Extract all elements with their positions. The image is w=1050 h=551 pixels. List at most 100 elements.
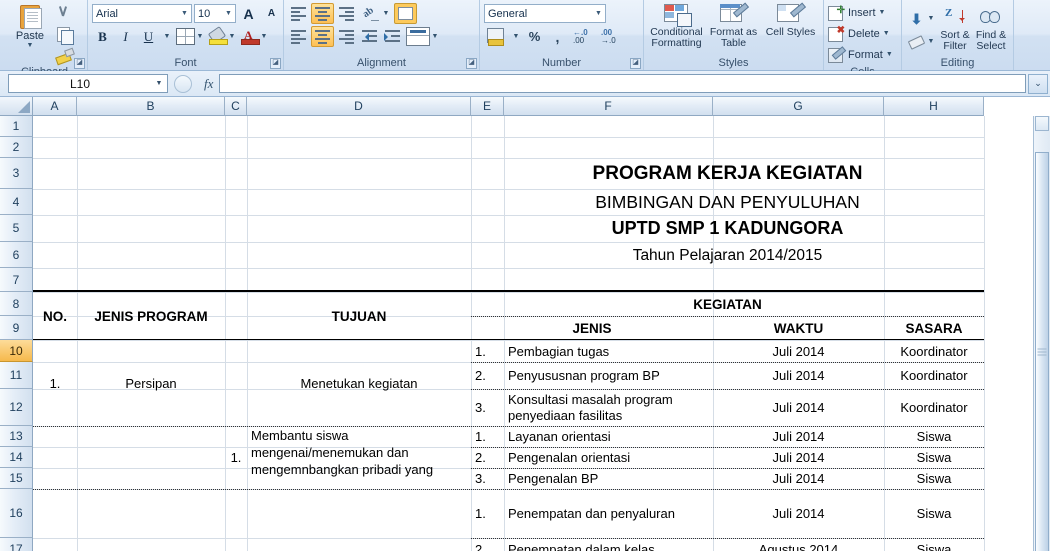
header-no: NO. bbox=[42, 308, 67, 324]
align-right-button[interactable] bbox=[336, 27, 357, 46]
chevron-down-icon[interactable]: ▼ bbox=[178, 10, 191, 17]
chevron-down-icon[interactable]: ▼ bbox=[886, 51, 893, 58]
row-header-5[interactable]: 5 bbox=[0, 215, 33, 242]
row-header-1[interactable]: 1 bbox=[0, 116, 33, 137]
alignment-dialog-launcher[interactable]: ◪ bbox=[466, 58, 477, 69]
activity-no: 2. bbox=[475, 450, 486, 465]
grow-font-button[interactable]: A bbox=[238, 3, 259, 24]
align-top-button[interactable] bbox=[288, 4, 309, 23]
row-header-13[interactable]: 13 bbox=[0, 426, 33, 447]
column-header-A[interactable]: A bbox=[33, 97, 77, 116]
copy-icon[interactable] bbox=[54, 25, 74, 45]
clear-button[interactable]: ▼ bbox=[906, 30, 937, 53]
align-bottom-button[interactable] bbox=[336, 4, 357, 23]
row-header-7[interactable]: 7 bbox=[0, 268, 33, 292]
table-inner-border bbox=[33, 489, 984, 490]
cell-styles-button[interactable]: Cell Styles bbox=[762, 2, 819, 38]
align-center-button[interactable] bbox=[311, 26, 334, 47]
chevron-down-icon[interactable]: ▼ bbox=[151, 80, 167, 87]
decrease-indent-button[interactable] bbox=[359, 27, 380, 46]
ribbon-group-styles: Conditional Formatting Format as Table C… bbox=[644, 0, 824, 70]
font-size-combo[interactable]: 10 ▼ bbox=[194, 4, 236, 23]
row-header-11[interactable]: 11 bbox=[0, 362, 33, 389]
decrease-decimal-button[interactable]: .00 →.0 bbox=[598, 27, 624, 46]
chevron-down-icon[interactable]: ▼ bbox=[222, 10, 235, 17]
column-header-H[interactable]: H bbox=[884, 97, 984, 116]
column-header-D[interactable]: D bbox=[247, 97, 471, 116]
fill-color-button[interactable]: ▼ bbox=[207, 25, 238, 48]
select-all-corner[interactable] bbox=[0, 97, 33, 116]
cut-icon[interactable] bbox=[54, 4, 74, 23]
number-format-combo[interactable]: General ▼ bbox=[484, 4, 606, 23]
row-header-10[interactable]: 10 bbox=[0, 340, 33, 362]
delete-button[interactable]: ✖ Delete ▼ bbox=[828, 23, 890, 44]
row-header-12[interactable]: 12 bbox=[0, 389, 33, 426]
italic-button[interactable]: I bbox=[115, 26, 136, 47]
chevron-down-icon[interactable]: ▼ bbox=[879, 9, 886, 16]
scrollbar-thumb[interactable] bbox=[1035, 152, 1049, 551]
accounting-format-button[interactable]: ▼ bbox=[484, 25, 522, 48]
cancel-formula-button[interactable] bbox=[174, 74, 192, 93]
underline-dropdown[interactable]: ▼ bbox=[161, 25, 173, 48]
borders-button[interactable]: ▼ bbox=[175, 25, 206, 48]
shrink-font-button[interactable]: A bbox=[261, 3, 282, 24]
row-header-9[interactable]: 9 bbox=[0, 316, 33, 340]
number-dialog-launcher[interactable]: ◪ bbox=[630, 58, 641, 69]
chevron-down-icon[interactable]: ▼ bbox=[883, 30, 890, 37]
row-header-2[interactable]: 2 bbox=[0, 137, 33, 158]
cell-area[interactable]: PROGRAM KERJA KEGIATAN BIMBINGAN DAN PENY… bbox=[33, 116, 1050, 551]
merge-center-button[interactable]: ▼ bbox=[405, 25, 441, 48]
column-header-C[interactable]: C bbox=[225, 97, 247, 116]
wrap-text-button[interactable] bbox=[394, 3, 417, 24]
row-header-8[interactable]: 8 bbox=[0, 292, 33, 316]
paste-button[interactable]: Paste ▼ bbox=[6, 2, 54, 65]
percent-style-button[interactable]: % bbox=[524, 26, 545, 47]
align-middle-button[interactable] bbox=[311, 3, 334, 24]
row-header-17[interactable]: 17 bbox=[0, 538, 33, 551]
expand-formula-bar-button[interactable]: ⌄ bbox=[1028, 74, 1048, 94]
format-painter-icon[interactable] bbox=[54, 46, 75, 66]
increase-decimal-button[interactable]: ←.0.00 bbox=[570, 27, 596, 46]
row-header-3[interactable]: 3 bbox=[0, 158, 33, 189]
format-as-table-button[interactable]: Format as Table bbox=[705, 2, 762, 49]
font-color-button[interactable]: A ▼ bbox=[240, 25, 270, 48]
align-left-button[interactable] bbox=[288, 27, 309, 46]
activity-sasaran: Siswa bbox=[916, 541, 952, 551]
binoculars-icon bbox=[980, 8, 1002, 30]
autosum-button[interactable]: ⬇ ▼ bbox=[906, 7, 937, 30]
orientation-button[interactable]: ab ▼ bbox=[359, 2, 392, 25]
column-header-F[interactable]: F bbox=[504, 97, 713, 116]
bold-button[interactable]: B bbox=[92, 26, 113, 47]
row-header-4[interactable]: 4 bbox=[0, 189, 33, 215]
sort-filter-button[interactable]: Z Sort & Filter bbox=[937, 7, 973, 52]
row-header-16[interactable]: 16 bbox=[0, 489, 33, 538]
row-header-6[interactable]: 6 bbox=[0, 242, 33, 268]
format-button[interactable]: Format ▼ bbox=[828, 44, 893, 65]
column-header-E[interactable]: E bbox=[471, 97, 504, 116]
formula-input[interactable] bbox=[219, 74, 1026, 93]
conditional-formatting-button[interactable]: Conditional Formatting bbox=[648, 2, 705, 49]
row-header-15[interactable]: 15 bbox=[0, 468, 33, 489]
column-header-B[interactable]: B bbox=[77, 97, 225, 116]
chevron-down-icon[interactable]: ▼ bbox=[592, 10, 605, 17]
find-select-button[interactable]: Find & Select bbox=[973, 7, 1009, 52]
activity-waktu: Juli 2014 bbox=[772, 429, 825, 444]
vertical-scrollbar[interactable] bbox=[1033, 116, 1050, 551]
font-name-combo[interactable]: Arial ▼ bbox=[92, 4, 192, 23]
font-name-value: Arial bbox=[96, 7, 119, 20]
insert-label: Insert bbox=[848, 6, 876, 19]
column-header-G[interactable]: G bbox=[713, 97, 884, 116]
comma-style-button[interactable]: , bbox=[547, 26, 568, 47]
font-dialog-launcher[interactable]: ◪ bbox=[270, 58, 281, 69]
insert-function-icon[interactable]: fx bbox=[198, 76, 219, 92]
insert-button[interactable]: ✛ Insert ▼ bbox=[828, 2, 885, 23]
scroll-up-button[interactable] bbox=[1035, 116, 1049, 131]
increase-indent-button[interactable] bbox=[382, 27, 403, 46]
row-header-14[interactable]: 14 bbox=[0, 447, 33, 468]
underline-button[interactable]: U bbox=[138, 26, 159, 47]
clipboard-dialog-launcher[interactable]: ◪ bbox=[74, 58, 85, 69]
insert-cells-icon: ✛ bbox=[828, 5, 845, 21]
delete-cells-icon: ✖ bbox=[828, 25, 845, 42]
paste-dropdown-arrow[interactable]: ▼ bbox=[27, 42, 34, 49]
name-box[interactable]: L10 ▼ bbox=[8, 74, 168, 93]
